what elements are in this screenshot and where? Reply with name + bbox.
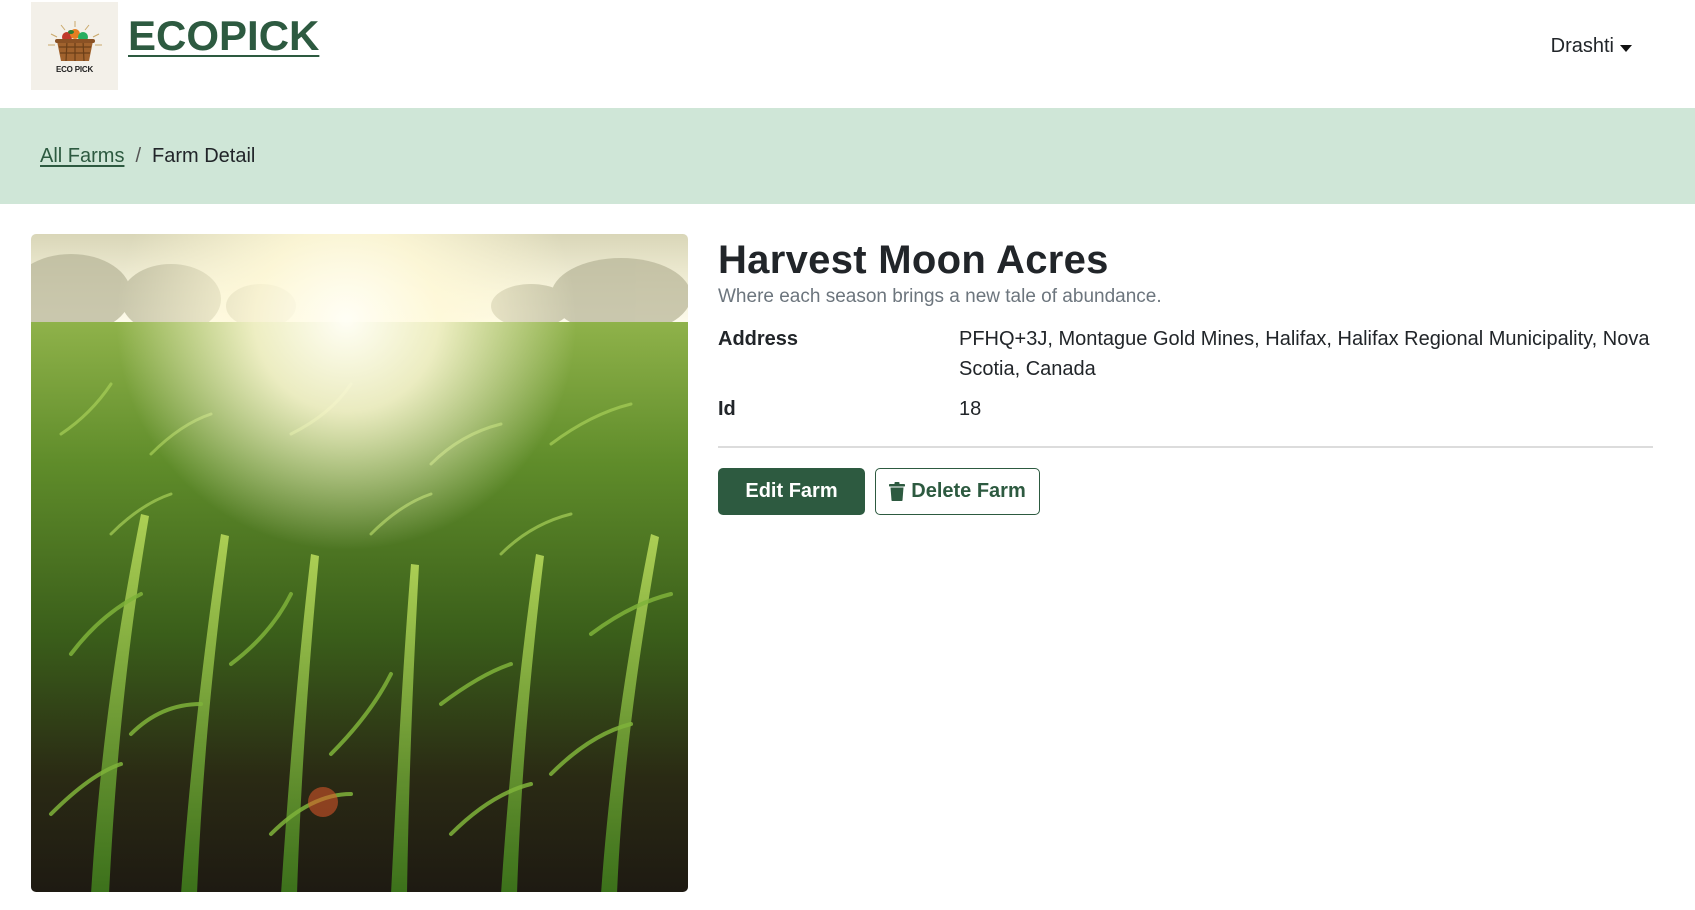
id-value: 18 [959, 398, 982, 420]
trash-icon [889, 482, 906, 501]
cornfield-photo [31, 234, 688, 892]
logo-caption: ECO PICK [55, 64, 94, 74]
address-row: Address PFHQ+3J, Montague Gold Mines, Ha… [718, 324, 1653, 384]
id-label: Id [718, 398, 736, 420]
divider [718, 446, 1653, 448]
top-navbar: ECO PICK ECOPICK Drashti [0, 0, 1695, 108]
user-name: Drashti [1550, 35, 1614, 57]
address-label: Address [718, 328, 799, 350]
user-menu-dropdown[interactable]: Drashti [1551, 35, 1632, 58]
delete-farm-label: Delete Farm [911, 480, 1026, 502]
farm-tagline: Where each season brings a new tale of a… [718, 286, 1162, 307]
breadcrumb-separator: / [135, 144, 142, 167]
basket-icon [47, 20, 102, 61]
breadcrumb: All Farms / Farm Detail [0, 108, 1695, 204]
delete-farm-button[interactable]: Delete Farm [875, 468, 1040, 515]
edit-farm-button[interactable]: Edit Farm [718, 468, 865, 515]
edit-farm-label: Edit Farm [745, 480, 838, 502]
breadcrumb-all-farms-link[interactable]: All Farms [40, 145, 124, 168]
brand-link[interactable]: ECOPICK [128, 12, 319, 60]
address-value: PFHQ+3J, Montague Gold Mines, Halifax, H… [959, 328, 1650, 380]
farm-detail-panel: Harvest Moon Acres Where each season bri… [718, 232, 1653, 515]
farm-image [31, 234, 688, 892]
breadcrumb-current: Farm Detail [152, 144, 256, 167]
logo[interactable]: ECO PICK [31, 2, 118, 90]
farm-name-heading: Harvest Moon Acres [718, 238, 1109, 282]
action-buttons: Edit Farm Delete Farm [718, 468, 1653, 515]
id-row: Id 18 [718, 394, 1653, 424]
caret-down-icon [1620, 44, 1632, 52]
